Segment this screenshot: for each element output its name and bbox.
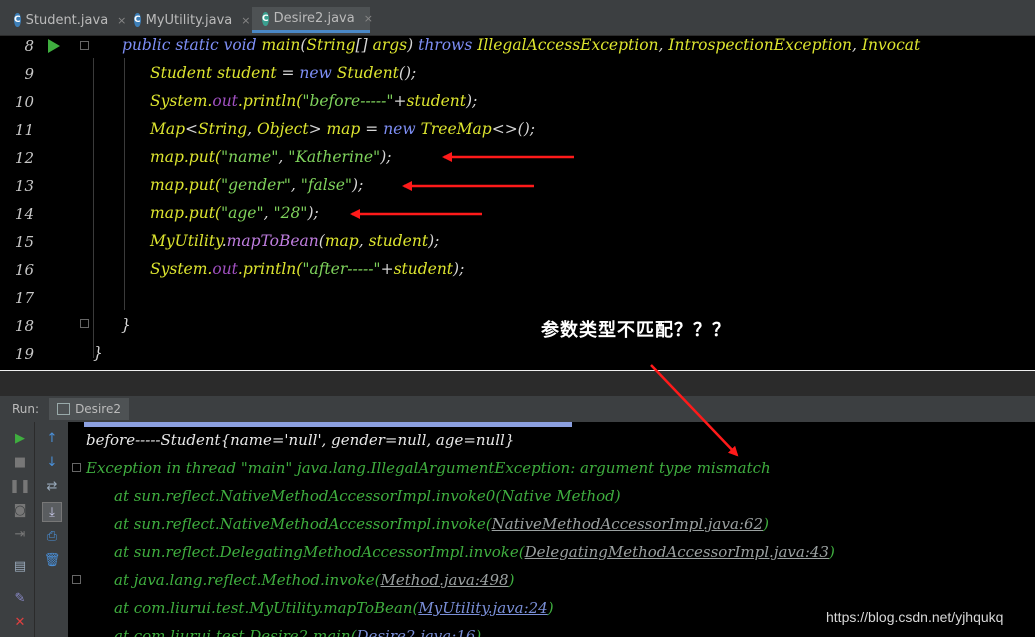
- close-icon[interactable]: ×: [364, 12, 373, 25]
- code-line-8: public static void main(String[] args) t…: [122, 36, 921, 54]
- indent-guide: [124, 58, 125, 310]
- run-toolbar: ▶ ■ ❚❚ ◙ ⇥ ▤ ✎ ✕ ↑ ↓ ⇄ ⤓ ⎙ 🗑: [0, 422, 68, 637]
- print-icon[interactable]: ⎙: [42, 526, 62, 546]
- line-number: 9: [24, 65, 34, 83]
- source-link[interactable]: DelegatingMethodAccessorImpl.java:43: [525, 543, 829, 561]
- code-line-13: map.put("gender", "false");: [150, 176, 364, 194]
- java-class-icon: C: [14, 13, 21, 27]
- rerun-icon[interactable]: ▶: [10, 428, 30, 448]
- fold-marker-icon[interactable]: [72, 575, 81, 584]
- exit-icon[interactable]: ⇥: [10, 524, 30, 544]
- watermark: https://blog.csdn.net/yjhqukq: [826, 609, 1004, 625]
- progress-remnant: [84, 422, 572, 427]
- code-editor[interactable]: 8 9 10 11 12 13 14 15 16 17 18 19 public…: [0, 36, 1035, 370]
- line-number: 18: [14, 317, 34, 335]
- up-arrow-icon[interactable]: ↑: [42, 428, 62, 448]
- line-number: 17: [14, 289, 34, 307]
- trash-icon[interactable]: 🗑: [42, 550, 62, 570]
- console-line: before-----Student{name='null', gender=n…: [86, 431, 515, 449]
- java-class-icon: C: [134, 13, 141, 27]
- source-link[interactable]: NativeMethodAccessorImpl.java:62: [492, 515, 763, 533]
- line-number: 8: [24, 37, 34, 55]
- panel-splitter[interactable]: [0, 370, 1035, 396]
- code-line-16: System.out.println("after-----"+student)…: [150, 260, 465, 278]
- run-tool-window-header: Run: Desire2: [0, 396, 1035, 422]
- line-number: 16: [14, 261, 34, 279]
- run-gutter-icon[interactable]: [47, 38, 61, 54]
- line-number: 15: [14, 233, 34, 251]
- line-number: 14: [14, 205, 34, 223]
- java-class-icon: C: [262, 11, 269, 26]
- annotation-text: 参数类型不匹配？？？: [541, 320, 731, 341]
- stop-icon[interactable]: ■: [10, 452, 30, 472]
- scroll-to-end-icon[interactable]: ⤓: [42, 502, 62, 522]
- tab-label: Desire2.java: [273, 11, 355, 26]
- pause-icon[interactable]: ❚❚: [9, 476, 31, 496]
- code-line-14: map.put("age", "28");: [150, 204, 319, 222]
- code-line-9: Student student = new Student();: [150, 64, 417, 82]
- fold-marker-icon[interactable]: [80, 41, 89, 50]
- console-output[interactable]: before-----Student{name='null', gender=n…: [68, 422, 1035, 637]
- fold-marker-icon[interactable]: [80, 319, 89, 328]
- down-arrow-icon[interactable]: ↓: [42, 452, 62, 472]
- indent-guide: [93, 58, 94, 358]
- line-number: 11: [14, 121, 34, 139]
- soft-wrap-icon[interactable]: ⇄: [42, 476, 62, 496]
- line-number: 10: [14, 93, 34, 111]
- stack-trace-line: at java.lang.reflect.Method.invoke(Metho…: [114, 571, 515, 589]
- run-config-label: Desire2: [75, 402, 121, 416]
- dump-threads-icon[interactable]: ◙: [10, 500, 30, 520]
- tab-label: Student.java: [25, 12, 109, 28]
- code-line-19: }: [93, 344, 103, 362]
- stack-trace-line: at sun.reflect.DelegatingMethodAccessorI…: [114, 543, 835, 561]
- line-number: 13: [14, 177, 34, 195]
- pin-icon[interactable]: ✎: [10, 588, 30, 608]
- code-line-12: map.put("name", "Katherine");: [150, 148, 392, 166]
- run-config-tab[interactable]: Desire2: [49, 398, 129, 420]
- stack-trace-line: at sun.reflect.NativeMethodAccessorImpl.…: [114, 515, 769, 533]
- code-line-10: System.out.println("before-----"+student…: [150, 92, 478, 110]
- source-link[interactable]: MyUtility.java:24: [418, 599, 547, 617]
- tab-student-java[interactable]: C Student.java ×: [4, 7, 126, 33]
- tab-desire2-java[interactable]: C Desire2.java ×: [252, 7, 373, 33]
- close-icon[interactable]: ✕: [10, 612, 30, 632]
- console-error-line: Exception in thread "main" java.lang.Ill…: [86, 459, 771, 477]
- stack-trace-line: at sun.reflect.NativeMethodAccessorImpl.…: [114, 487, 621, 505]
- editor-tab-bar: C Student.java × C MyUtility.java × C De…: [0, 0, 1035, 36]
- source-link[interactable]: Method.java:498: [381, 571, 509, 589]
- stack-trace-line: at com.liurui.test.MyUtility.mapToBean(M…: [114, 599, 554, 617]
- tab-label: MyUtility.java: [145, 12, 233, 28]
- line-number: 19: [14, 345, 34, 363]
- close-icon[interactable]: ×: [241, 14, 250, 27]
- layout-icon[interactable]: ▤: [10, 556, 30, 576]
- run-label: Run:: [12, 402, 40, 416]
- fold-marker-icon[interactable]: [72, 463, 81, 472]
- source-link[interactable]: Desire2.java:16: [356, 627, 475, 637]
- console-icon: [57, 403, 71, 415]
- code-line-11: Map<String, Object> map = new TreeMap<>(…: [150, 120, 535, 138]
- stack-trace-line: at com.liurui.test.Desire2.main(Desire2.…: [114, 627, 481, 637]
- tab-myutility-java[interactable]: C MyUtility.java ×: [124, 7, 251, 33]
- code-line-15: MyUtility.mapToBean(map, student);: [150, 232, 440, 250]
- line-number: 12: [14, 149, 34, 167]
- code-line-18: }: [121, 316, 131, 334]
